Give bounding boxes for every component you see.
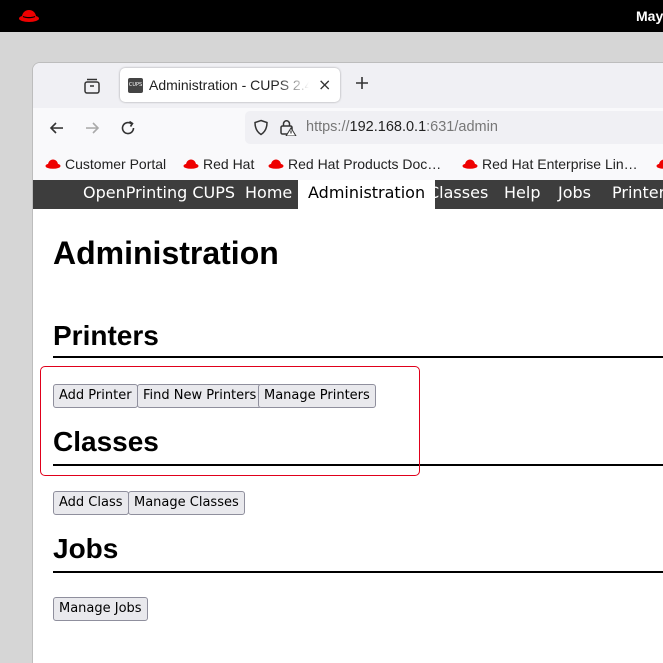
tab-bar: CUPS Administration - CUPS 2.4 × — [33, 63, 663, 108]
manage-classes-button[interactable]: Manage Classes — [128, 491, 245, 515]
manage-jobs-button[interactable]: Manage Jobs — [53, 597, 148, 621]
bookmark-customer-portal[interactable]: Customer Portal — [45, 154, 166, 174]
browser-window: CUPS Administration - CUPS 2.4 × — [32, 62, 663, 663]
new-tab-plus-icon[interactable] — [353, 74, 371, 92]
forward-arrow-icon[interactable] — [83, 119, 101, 137]
redhat-bookmark-icon — [462, 158, 478, 170]
navigation-toolbar: https://192.168.0.1:631/admin — [33, 108, 663, 148]
nav-jobs[interactable]: Jobs — [558, 180, 591, 209]
redhat-bookmark-icon — [183, 158, 199, 170]
find-new-printers-button[interactable]: Find New Printers — [137, 384, 262, 408]
back-arrow-icon[interactable] — [48, 119, 66, 137]
bookmarks-toolbar: Customer Portal Red Hat Red Hat Products… — [33, 148, 663, 181]
nav-printers[interactable]: Printers — [612, 180, 663, 209]
redhat-bookmark-icon — [45, 158, 61, 170]
section-title-classes: Classes — [53, 426, 159, 458]
tracking-protection-shield-icon[interactable] — [253, 119, 269, 136]
address-bar[interactable]: https://192.168.0.1:631/admin — [245, 111, 663, 144]
bookmark-red-hat-enterprise-linux[interactable]: Red Hat Enterprise Lin… — [462, 154, 638, 174]
manage-printers-button[interactable]: Manage Printers — [258, 384, 376, 408]
add-class-button[interactable]: Add Class — [53, 491, 129, 515]
section-divider — [53, 464, 663, 466]
nav-help[interactable]: Help — [504, 180, 540, 209]
nav-openprinting-cups[interactable]: OpenPrinting CUPS — [83, 180, 235, 209]
bookmark-red-hat-products-doc[interactable]: Red Hat Products Doc… — [268, 154, 441, 174]
bookmark-red-hat[interactable]: Red Hat — [183, 154, 254, 174]
redhat-bookmark-icon — [656, 158, 663, 170]
printers-section-highlight — [40, 366, 420, 476]
section-divider — [53, 571, 663, 573]
section-divider — [53, 356, 663, 358]
redhat-logo-icon[interactable] — [18, 8, 40, 24]
cups-favicon-icon: CUPS — [128, 78, 143, 93]
nav-administration[interactable]: Administration — [298, 180, 435, 209]
add-printer-button[interactable]: Add Printer — [53, 384, 138, 408]
reload-icon[interactable] — [119, 119, 137, 137]
nav-home[interactable]: Home — [245, 180, 292, 209]
section-title-printers: Printers — [53, 320, 159, 352]
page-title: Administration — [53, 235, 279, 272]
tab-overview-icon[interactable] — [83, 77, 101, 95]
close-tab-icon[interactable]: × — [318, 77, 331, 93]
url-text[interactable]: https://192.168.0.1:631/admin — [306, 119, 498, 135]
tab-administration[interactable]: CUPS Administration - CUPS 2.4 × — [120, 68, 340, 102]
insecure-lock-icon[interactable] — [279, 119, 297, 136]
section-title-jobs: Jobs — [53, 533, 118, 565]
page-content: OpenPrinting CUPS Home Administration Cl… — [33, 180, 663, 663]
clock[interactable]: May — [636, 8, 663, 24]
nav-classes[interactable]: Classes — [428, 180, 488, 209]
bookmark-overflow[interactable] — [656, 154, 663, 174]
tab-title: Administration - CUPS 2.4 — [149, 77, 309, 93]
system-top-bar: May — [0, 0, 663, 32]
cups-navigation-bar: OpenPrinting CUPS Home Administration Cl… — [33, 180, 663, 209]
redhat-bookmark-icon — [268, 158, 284, 170]
